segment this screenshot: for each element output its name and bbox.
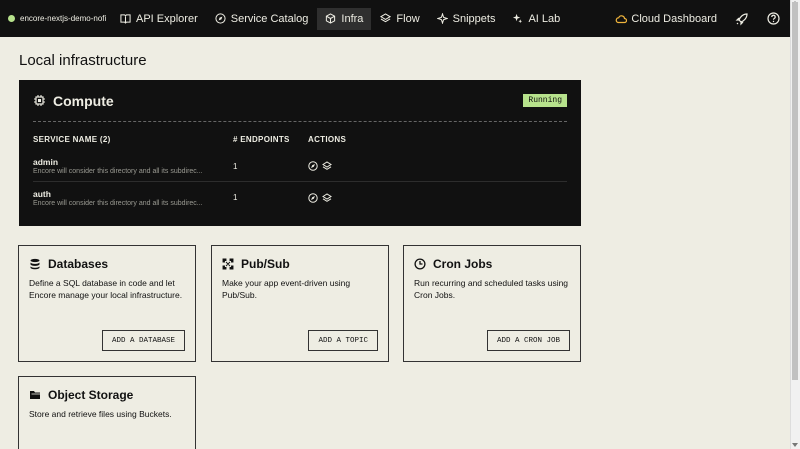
pubsub-card: Pub/Sub Make your app event-driven using… — [211, 245, 389, 362]
add-topic-button[interactable]: ADD A TOPIC — [308, 330, 378, 351]
open-flow-button[interactable] — [322, 192, 332, 203]
compute-panel: Compute Running SERVICE NAME (2) # ENDPO… — [19, 80, 581, 226]
nav-flow[interactable]: Flow — [372, 8, 427, 30]
card-description: Run recurring and scheduled tasks using … — [414, 278, 569, 300]
column-service-name: SERVICE NAME (2) — [33, 135, 111, 144]
card-header: Pub/Sub — [222, 257, 378, 271]
ai-icon — [513, 13, 523, 24]
card-title: Databases — [48, 257, 109, 271]
open-service-catalog-button[interactable] — [308, 161, 318, 171]
nav-label: AI Lab — [528, 12, 561, 25]
nav-infra[interactable]: Infra — [317, 7, 372, 30]
nav-service-catalog[interactable]: Service Catalog — [207, 8, 317, 30]
scrollbar-thumb[interactable] — [792, 2, 798, 380]
databases-card: Databases Define a SQL database in code … — [18, 245, 196, 362]
folder-icon — [30, 391, 40, 399]
page-title: Local infrastructure — [19, 52, 147, 69]
cloud-dashboard-link[interactable]: Cloud Dashboard — [615, 13, 717, 25]
row-actions — [308, 192, 336, 203]
service-name: admin — [33, 157, 59, 167]
header-actions: Cloud Dashboard — [615, 0, 780, 37]
service-cell: admin Encore will consider this director… — [33, 157, 233, 175]
card-description: Define a SQL database in code and let En… — [29, 278, 183, 300]
column-endpoints: # ENDPOINTS — [233, 135, 290, 144]
card-description: Make your app event-driven using Pub/Sub… — [222, 278, 351, 300]
nav-ai-lab[interactable]: AI Lab — [504, 8, 568, 30]
flow-icon — [322, 161, 332, 170]
service-description: Encore will consider this directory and … — [33, 199, 203, 207]
row-actions — [308, 161, 336, 171]
top-nav-bar: encore-nextjs-demo-nofi API Explorer Ser… — [0, 0, 790, 37]
card-title: Cron Jobs — [433, 257, 493, 271]
status-badge: Running — [523, 94, 567, 107]
pubsub-icon — [222, 258, 234, 270]
nav-label: Service Catalog — [230, 12, 309, 25]
compass-icon — [308, 192, 318, 203]
service-name: auth — [33, 188, 51, 199]
card-header: Databases — [29, 257, 185, 271]
service-description: Encore will consider this directory and … — [33, 168, 203, 175]
card-title: Object Storage — [48, 388, 134, 402]
card-title: Pub/Sub — [241, 257, 290, 271]
flow-icon — [322, 192, 332, 202]
card-description: Store and retrieve files using Buckets. — [29, 409, 172, 419]
compute-header: Compute Running — [33, 80, 567, 122]
scroll-down-arrow[interactable] — [792, 443, 798, 447]
add-cron-job-button[interactable]: ADD A CRON JOB — [486, 330, 570, 351]
cpu-icon — [34, 95, 45, 106]
services-table-header: SERVICE NAME (2) # ENDPOINTS ACTIONS — [33, 135, 567, 147]
nav-label: Snippets — [452, 12, 496, 25]
main-nav: API Explorer Service Catalog Infra Flow … — [112, 0, 569, 37]
nav-label: Infra — [341, 12, 364, 25]
app-selector[interactable]: encore-nextjs-demo-nofi — [0, 14, 112, 23]
help-icon — [767, 12, 780, 25]
cube-icon — [326, 13, 336, 24]
flow-icon — [380, 13, 392, 23]
compass-icon — [308, 161, 318, 171]
nav-api-explorer[interactable]: API Explorer — [112, 8, 206, 30]
endpoint-count: 1 — [233, 161, 238, 171]
add-database-button[interactable]: ADD A DATABASE — [101, 330, 185, 351]
clock-icon — [414, 258, 426, 270]
column-actions: ACTIONS — [308, 135, 347, 144]
object-storage-card: Object Storage Store and retrieve files … — [18, 376, 196, 449]
deploy-button[interactable] — [735, 12, 749, 26]
table-row[interactable]: auth Encore will consider this directory… — [33, 182, 567, 213]
table-row[interactable]: admin Encore will consider this director… — [33, 151, 567, 182]
app-name: encore-nextjs-demo-nofi — [20, 14, 107, 23]
help-button[interactable] — [767, 12, 780, 25]
nav-label: API Explorer — [136, 12, 198, 25]
compass-icon — [215, 13, 226, 24]
endpoint-count: 1 — [233, 193, 238, 202]
app-status-dot — [8, 15, 15, 22]
book-icon — [120, 14, 131, 24]
page-scrollbar[interactable] — [790, 0, 800, 449]
open-flow-button[interactable] — [322, 161, 332, 171]
rocket-icon — [735, 12, 748, 25]
sparkle-icon — [436, 13, 448, 24]
database-icon — [30, 258, 40, 270]
cloud-icon — [616, 14, 628, 23]
nav-snippets[interactable]: Snippets — [429, 8, 504, 30]
open-service-catalog-button[interactable] — [308, 192, 318, 203]
service-cell: auth Encore will consider this directory… — [33, 189, 233, 207]
cron-jobs-card: Cron Jobs Run recurring and scheduled ta… — [403, 245, 581, 362]
nav-label: Flow — [396, 12, 420, 25]
card-header: Cron Jobs — [414, 257, 570, 271]
compute-title: Compute — [53, 92, 114, 109]
cloud-dashboard-label: Cloud Dashboard — [631, 12, 717, 25]
card-header: Object Storage — [29, 388, 185, 402]
